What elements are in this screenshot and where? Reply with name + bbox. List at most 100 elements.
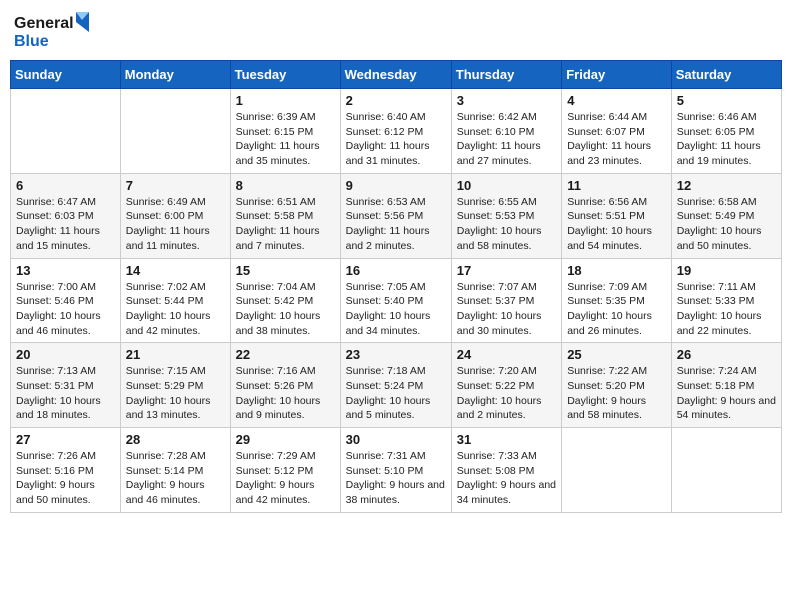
weekday-header-saturday: Saturday	[671, 61, 781, 89]
calendar-cell: 26 Sunrise: 7:24 AM Sunset: 5:18 PM Dayli…	[671, 343, 781, 428]
calendar-cell: 10 Sunrise: 6:55 AM Sunset: 5:53 PM Dayli…	[451, 173, 561, 258]
day-info: Sunrise: 7:20 AM Sunset: 5:22 PM Dayligh…	[457, 364, 556, 423]
day-number: 22	[236, 347, 335, 362]
calendar-cell: 13 Sunrise: 7:00 AM Sunset: 5:46 PM Dayli…	[11, 258, 121, 343]
day-info: Sunrise: 6:58 AM Sunset: 5:49 PM Dayligh…	[677, 195, 776, 254]
day-info: Sunrise: 6:44 AM Sunset: 6:07 PM Dayligh…	[567, 110, 666, 169]
day-info: Sunrise: 7:15 AM Sunset: 5:29 PM Dayligh…	[126, 364, 225, 423]
day-number: 24	[457, 347, 556, 362]
day-info: Sunrise: 7:11 AM Sunset: 5:33 PM Dayligh…	[677, 280, 776, 339]
day-number: 10	[457, 178, 556, 193]
day-number: 17	[457, 263, 556, 278]
weekday-header-thursday: Thursday	[451, 61, 561, 89]
calendar-cell: 22 Sunrise: 7:16 AM Sunset: 5:26 PM Dayli…	[230, 343, 340, 428]
day-number: 15	[236, 263, 335, 278]
day-info: Sunrise: 6:51 AM Sunset: 5:58 PM Dayligh…	[236, 195, 335, 254]
day-number: 11	[567, 178, 666, 193]
day-info: Sunrise: 6:39 AM Sunset: 6:15 PM Dayligh…	[236, 110, 335, 169]
calendar-cell: 28 Sunrise: 7:28 AM Sunset: 5:14 PM Dayli…	[120, 428, 230, 513]
calendar-table: SundayMondayTuesdayWednesdayThursdayFrid…	[10, 60, 782, 513]
day-info: Sunrise: 6:53 AM Sunset: 5:56 PM Dayligh…	[346, 195, 446, 254]
week-row-1: 1 Sunrise: 6:39 AM Sunset: 6:15 PM Daylig…	[11, 89, 782, 174]
calendar-cell: 6 Sunrise: 6:47 AM Sunset: 6:03 PM Daylig…	[11, 173, 121, 258]
day-number: 16	[346, 263, 446, 278]
day-info: Sunrise: 7:16 AM Sunset: 5:26 PM Dayligh…	[236, 364, 335, 423]
day-info: Sunrise: 7:04 AM Sunset: 5:42 PM Dayligh…	[236, 280, 335, 339]
svg-text:Blue: Blue	[14, 33, 49, 50]
week-row-2: 6 Sunrise: 6:47 AM Sunset: 6:03 PM Daylig…	[11, 173, 782, 258]
day-info: Sunrise: 6:42 AM Sunset: 6:10 PM Dayligh…	[457, 110, 556, 169]
day-number: 25	[567, 347, 666, 362]
day-info: Sunrise: 6:40 AM Sunset: 6:12 PM Dayligh…	[346, 110, 446, 169]
calendar-cell: 30 Sunrise: 7:31 AM Sunset: 5:10 PM Dayli…	[340, 428, 451, 513]
day-info: Sunrise: 7:13 AM Sunset: 5:31 PM Dayligh…	[16, 364, 115, 423]
day-number: 1	[236, 93, 335, 108]
day-info: Sunrise: 7:33 AM Sunset: 5:08 PM Dayligh…	[457, 449, 556, 508]
day-info: Sunrise: 7:24 AM Sunset: 5:18 PM Dayligh…	[677, 364, 776, 423]
weekday-header-sunday: Sunday	[11, 61, 121, 89]
day-number: 3	[457, 93, 556, 108]
calendar-cell: 15 Sunrise: 7:04 AM Sunset: 5:42 PM Dayli…	[230, 258, 340, 343]
day-info: Sunrise: 7:18 AM Sunset: 5:24 PM Dayligh…	[346, 364, 446, 423]
day-number: 21	[126, 347, 225, 362]
weekday-header-monday: Monday	[120, 61, 230, 89]
calendar-cell: 5 Sunrise: 6:46 AM Sunset: 6:05 PM Daylig…	[671, 89, 781, 174]
calendar-cell: 9 Sunrise: 6:53 AM Sunset: 5:56 PM Daylig…	[340, 173, 451, 258]
calendar-cell: 27Sunrise: 7:26 AM Sunset: 5:16 PM Dayli…	[11, 428, 121, 513]
week-row-3: 13 Sunrise: 7:00 AM Sunset: 5:46 PM Dayli…	[11, 258, 782, 343]
weekday-header-friday: Friday	[562, 61, 672, 89]
day-info: Sunrise: 6:56 AM Sunset: 5:51 PM Dayligh…	[567, 195, 666, 254]
day-info: Sunrise: 6:49 AM Sunset: 6:00 PM Dayligh…	[126, 195, 225, 254]
calendar-cell: 7 Sunrise: 6:49 AM Sunset: 6:00 PM Daylig…	[120, 173, 230, 258]
day-number: 31	[457, 432, 556, 447]
calendar-cell: 2Sunrise: 6:40 AM Sunset: 6:12 PM Daylig…	[340, 89, 451, 174]
day-number: 6	[16, 178, 115, 193]
week-row-5: 27Sunrise: 7:26 AM Sunset: 5:16 PM Dayli…	[11, 428, 782, 513]
day-number: 23	[346, 347, 446, 362]
day-info: Sunrise: 7:00 AM Sunset: 5:46 PM Dayligh…	[16, 280, 115, 339]
day-number: 9	[346, 178, 446, 193]
day-info: Sunrise: 7:28 AM Sunset: 5:14 PM Dayligh…	[126, 449, 225, 508]
day-number: 30	[346, 432, 446, 447]
day-info: Sunrise: 7:02 AM Sunset: 5:44 PM Dayligh…	[126, 280, 225, 339]
day-number: 19	[677, 263, 776, 278]
week-row-4: 20 Sunrise: 7:13 AM Sunset: 5:31 PM Dayli…	[11, 343, 782, 428]
calendar-cell: 17 Sunrise: 7:07 AM Sunset: 5:37 PM Dayli…	[451, 258, 561, 343]
day-info: Sunrise: 7:29 AM Sunset: 5:12 PM Dayligh…	[236, 449, 335, 508]
calendar-cell: 31 Sunrise: 7:33 AM Sunset: 5:08 PM Dayli…	[451, 428, 561, 513]
day-number: 18	[567, 263, 666, 278]
calendar-cell	[11, 89, 121, 174]
calendar-cell: 14Sunrise: 7:02 AM Sunset: 5:44 PM Dayli…	[120, 258, 230, 343]
calendar-cell: 3 Sunrise: 6:42 AM Sunset: 6:10 PM Daylig…	[451, 89, 561, 174]
day-number: 26	[677, 347, 776, 362]
day-info: Sunrise: 7:09 AM Sunset: 5:35 PM Dayligh…	[567, 280, 666, 339]
calendar-cell: 29 Sunrise: 7:29 AM Sunset: 5:12 PM Dayli…	[230, 428, 340, 513]
page-header: GeneralBlue	[10, 10, 782, 52]
day-number: 7	[126, 178, 225, 193]
calendar-cell: 8Sunrise: 6:51 AM Sunset: 5:58 PM Daylig…	[230, 173, 340, 258]
weekday-header-row: SundayMondayTuesdayWednesdayThursdayFrid…	[11, 61, 782, 89]
day-info: Sunrise: 6:47 AM Sunset: 6:03 PM Dayligh…	[16, 195, 115, 254]
calendar-cell: 25 Sunrise: 7:22 AM Sunset: 5:20 PM Dayli…	[562, 343, 672, 428]
svg-text:General: General	[14, 15, 74, 32]
calendar-cell: 19 Sunrise: 7:11 AM Sunset: 5:33 PM Dayli…	[671, 258, 781, 343]
day-number: 29	[236, 432, 335, 447]
calendar-cell: 20 Sunrise: 7:13 AM Sunset: 5:31 PM Dayli…	[11, 343, 121, 428]
calendar-cell: 16Sunrise: 7:05 AM Sunset: 5:40 PM Dayli…	[340, 258, 451, 343]
day-number: 5	[677, 93, 776, 108]
calendar-cell: 24 Sunrise: 7:20 AM Sunset: 5:22 PM Dayli…	[451, 343, 561, 428]
weekday-header-tuesday: Tuesday	[230, 61, 340, 89]
day-info: Sunrise: 7:07 AM Sunset: 5:37 PM Dayligh…	[457, 280, 556, 339]
day-number: 20	[16, 347, 115, 362]
day-number: 12	[677, 178, 776, 193]
day-number: 4	[567, 93, 666, 108]
day-info: Sunrise: 7:22 AM Sunset: 5:20 PM Dayligh…	[567, 364, 666, 423]
day-number: 13	[16, 263, 115, 278]
day-info: Sunrise: 6:55 AM Sunset: 5:53 PM Dayligh…	[457, 195, 556, 254]
day-number: 28	[126, 432, 225, 447]
logo-svg: GeneralBlue	[14, 10, 94, 52]
day-info: Sunrise: 6:46 AM Sunset: 6:05 PM Dayligh…	[677, 110, 776, 169]
calendar-cell	[562, 428, 672, 513]
day-info: Sunrise: 7:31 AM Sunset: 5:10 PM Dayligh…	[346, 449, 446, 508]
calendar-cell: 11 Sunrise: 6:56 AM Sunset: 5:51 PM Dayli…	[562, 173, 672, 258]
